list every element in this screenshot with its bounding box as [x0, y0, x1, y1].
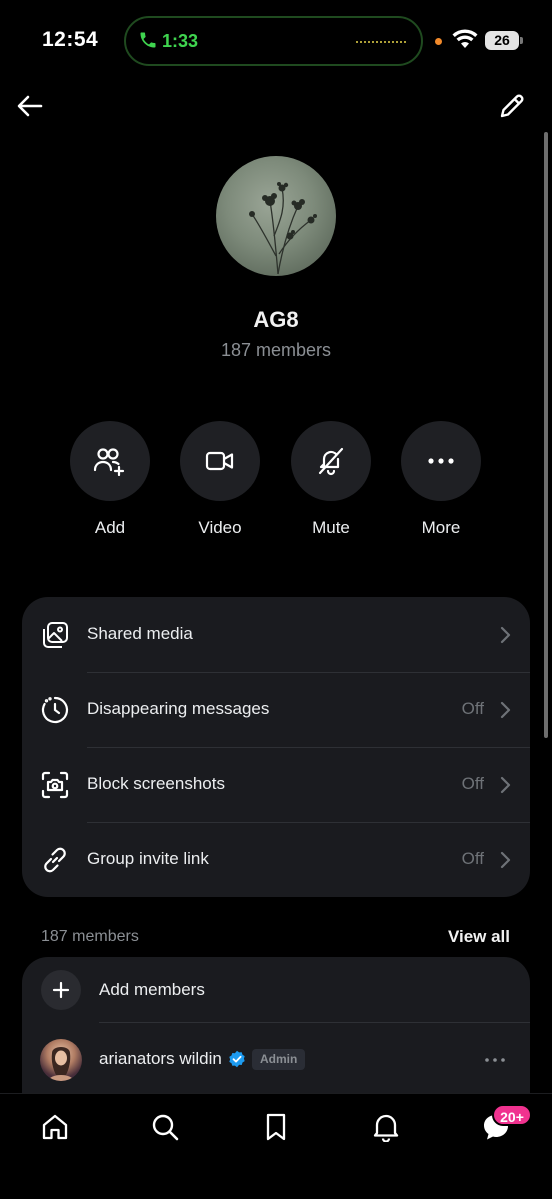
home-icon[interactable]: [40, 1112, 70, 1142]
settings-row-disappearing-messages[interactable]: Disappearing messages Off: [22, 672, 530, 747]
settings-label: Shared media: [87, 624, 193, 643]
shared-media-icon: [43, 622, 68, 648]
pencil-icon[interactable]: [497, 91, 527, 121]
group-member-count: 187 members: [220, 340, 332, 360]
group-avatar[interactable]: [216, 156, 336, 276]
group-settings-card: Shared media Disappearing messages Off B…: [22, 597, 530, 897]
settings-label: Block screenshots: [87, 774, 225, 793]
group-name: AG8: [253, 307, 299, 332]
mic-indicator-dot: [435, 38, 442, 45]
status-time: 12:54: [42, 28, 99, 51]
dried-flowers-image: [249, 182, 317, 275]
admin-badge: Admin: [252, 1049, 306, 1070]
chevron-right-icon: [500, 851, 511, 869]
search-icon[interactable]: [150, 1112, 180, 1142]
video-call-button[interactable]: Video: [179, 421, 261, 538]
status-bar: 12:54 1:33 26: [0, 0, 552, 80]
active-call-pill[interactable]: 1:33: [124, 16, 423, 66]
screenshot-icon: [41, 771, 69, 799]
battery-tip: [520, 37, 523, 44]
phone-icon: [140, 32, 156, 48]
settings-value: Off: [461, 849, 484, 868]
view-all-link[interactable]: View all: [448, 927, 510, 947]
action-label-video: Video: [198, 518, 242, 537]
chevron-right-icon: [500, 701, 511, 719]
add-people-icon: [93, 448, 125, 476]
settings-label: Group invite link: [87, 849, 209, 868]
bookmark-icon[interactable]: [261, 1112, 291, 1142]
timer-icon: [41, 696, 69, 724]
settings-value: Off: [461, 774, 484, 793]
add-members-row[interactable]: Add members: [22, 957, 530, 1023]
verified-badge-icon: [229, 1050, 245, 1068]
wifi-icon: [452, 29, 478, 48]
member-avatar: [40, 1039, 82, 1081]
action-label-add: Add: [94, 518, 126, 537]
settings-label: Disappearing messages: [87, 699, 270, 718]
member-row[interactable]: arianators wildin Admin: [22, 1025, 530, 1095]
settings-row-group-invite-link[interactable]: Group invite link Off: [22, 822, 530, 897]
mute-button[interactable]: Mute: [290, 421, 372, 538]
bell-off-icon: [318, 447, 344, 476]
action-label-mute: Mute: [312, 518, 350, 537]
link-icon: [44, 847, 66, 873]
video-camera-icon: [205, 451, 234, 471]
divider: [99, 1022, 530, 1023]
more-button[interactable]: More: [400, 421, 482, 538]
plus-icon: [41, 970, 81, 1010]
more-horizontal-icon[interactable]: [484, 1050, 506, 1070]
more-horizontal-icon: [428, 458, 454, 464]
chevron-right-icon: [500, 776, 511, 794]
member-name: arianators wildin: [99, 1049, 222, 1068]
members-heading: 187 members: [41, 928, 139, 945]
add-members-label: Add members: [99, 980, 205, 999]
action-buttons: Add Video Mute More: [0, 421, 552, 541]
settings-row-shared-media[interactable]: Shared media: [22, 597, 530, 672]
bell-icon[interactable]: [371, 1112, 401, 1142]
add-button[interactable]: Add: [69, 421, 151, 538]
call-duration: 1:33: [162, 31, 199, 51]
messages-unread-badge: 20+: [492, 1104, 532, 1126]
bottom-navigation: 20+: [0, 1093, 552, 1199]
action-label-more: More: [421, 518, 461, 537]
audio-wave-icon: [356, 39, 408, 45]
chevron-right-icon: [500, 626, 511, 644]
settings-row-block-screenshots[interactable]: Block screenshots Off: [22, 747, 530, 822]
back-arrow-icon[interactable]: [16, 92, 44, 120]
battery-indicator: 26: [485, 31, 519, 50]
settings-value: Off: [461, 699, 484, 718]
